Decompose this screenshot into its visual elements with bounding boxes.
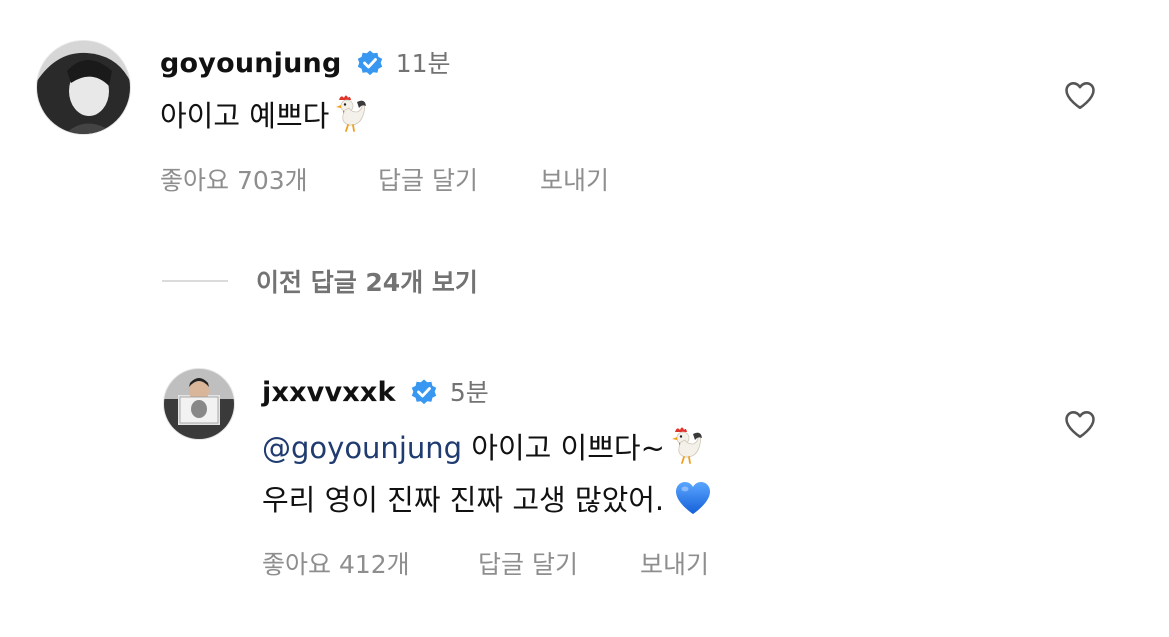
username[interactable]: jxxvvxxk: [262, 377, 396, 408]
like-heart-icon[interactable]: [1062, 77, 1098, 113]
rooster-emoji: [329, 92, 369, 143]
replies-divider: [162, 280, 228, 282]
reply-button[interactable]: 답글 달기: [378, 161, 478, 197]
reply-text-line2: 우리 영이 진짜 진짜 고생 많았어.: [262, 478, 713, 529]
send-button[interactable]: 보내기: [640, 545, 709, 581]
reply-text-line1: @goyounjung 아이고 이쁘다~: [262, 424, 705, 475]
mention-link[interactable]: @goyounjung: [262, 431, 462, 465]
avatar-jxxvvxxk[interactable]: [163, 368, 235, 440]
likes-count[interactable]: 좋아요 703개: [160, 161, 308, 197]
verified-badge-icon: [409, 378, 439, 412]
profile-photo: [37, 41, 130, 134]
reply-button[interactable]: 답글 달기: [478, 545, 578, 581]
verified-badge-icon: [355, 49, 385, 83]
reply-header: jxxvvxxk 5분: [262, 373, 489, 413]
profile-photo: [164, 369, 234, 439]
username[interactable]: goyounjung: [160, 48, 342, 79]
reply-body-line1: 아이고 이쁘다~: [462, 431, 665, 465]
reply-body-line2: 우리 영이 진짜 진짜 고생 많았어.: [262, 483, 674, 517]
rooster-emoji: [665, 424, 705, 475]
reply-time: 5분: [449, 378, 489, 407]
view-previous-replies-button[interactable]: 이전 답글 24개 보기: [256, 263, 478, 299]
comment-body: 아이고 예쁘다: [160, 99, 330, 133]
blue-heart-emoji: [673, 478, 713, 529]
comment-time: 11분: [395, 49, 451, 78]
like-heart-icon[interactable]: [1062, 406, 1098, 442]
comment-header: goyounjung 11분: [160, 44, 451, 84]
likes-count[interactable]: 좋아요 412개: [262, 545, 410, 581]
comment-text: 아이고 예쁘다: [160, 92, 369, 143]
send-button[interactable]: 보내기: [540, 161, 609, 197]
avatar-goyounjung[interactable]: [36, 40, 131, 135]
